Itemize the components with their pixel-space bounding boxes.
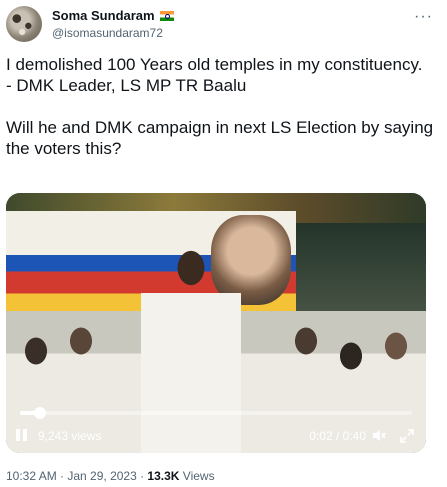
tweet-meta: 10:32 AM · Jan 29, 2023 · 13.3K Views	[6, 469, 215, 483]
tweet-timestamp[interactable]: 10:32 AM · Jan 29, 2023 ·	[6, 469, 147, 483]
video-controls: 9,243 views 0:02 / 0:40	[6, 417, 426, 453]
pause-icon[interactable]	[16, 429, 28, 441]
author-name-link[interactable]: Soma Sundaram	[52, 8, 174, 23]
volume-muted-icon[interactable]	[372, 429, 386, 442]
india-flag-icon	[159, 10, 174, 21]
author-handle[interactable]: @isomasundaram72	[52, 26, 163, 40]
video-time: 0:02 / 0:40	[309, 429, 366, 443]
more-options-icon[interactable]: ···	[414, 8, 433, 26]
tweet-view-count: 13.3K	[147, 469, 180, 483]
video-progress-bar[interactable]	[20, 407, 412, 419]
video-player[interactable]: 9,243 views 0:02 / 0:40	[6, 193, 426, 453]
video-view-count: 9,243 views	[38, 429, 102, 443]
tweet-text: I demolished 100 Years old temples in my…	[6, 55, 434, 158]
fullscreen-icon[interactable]	[400, 429, 414, 443]
author-name[interactable]: Soma Sundaram	[52, 8, 155, 23]
views-label: Views	[179, 469, 215, 483]
avatar[interactable]	[6, 6, 42, 42]
